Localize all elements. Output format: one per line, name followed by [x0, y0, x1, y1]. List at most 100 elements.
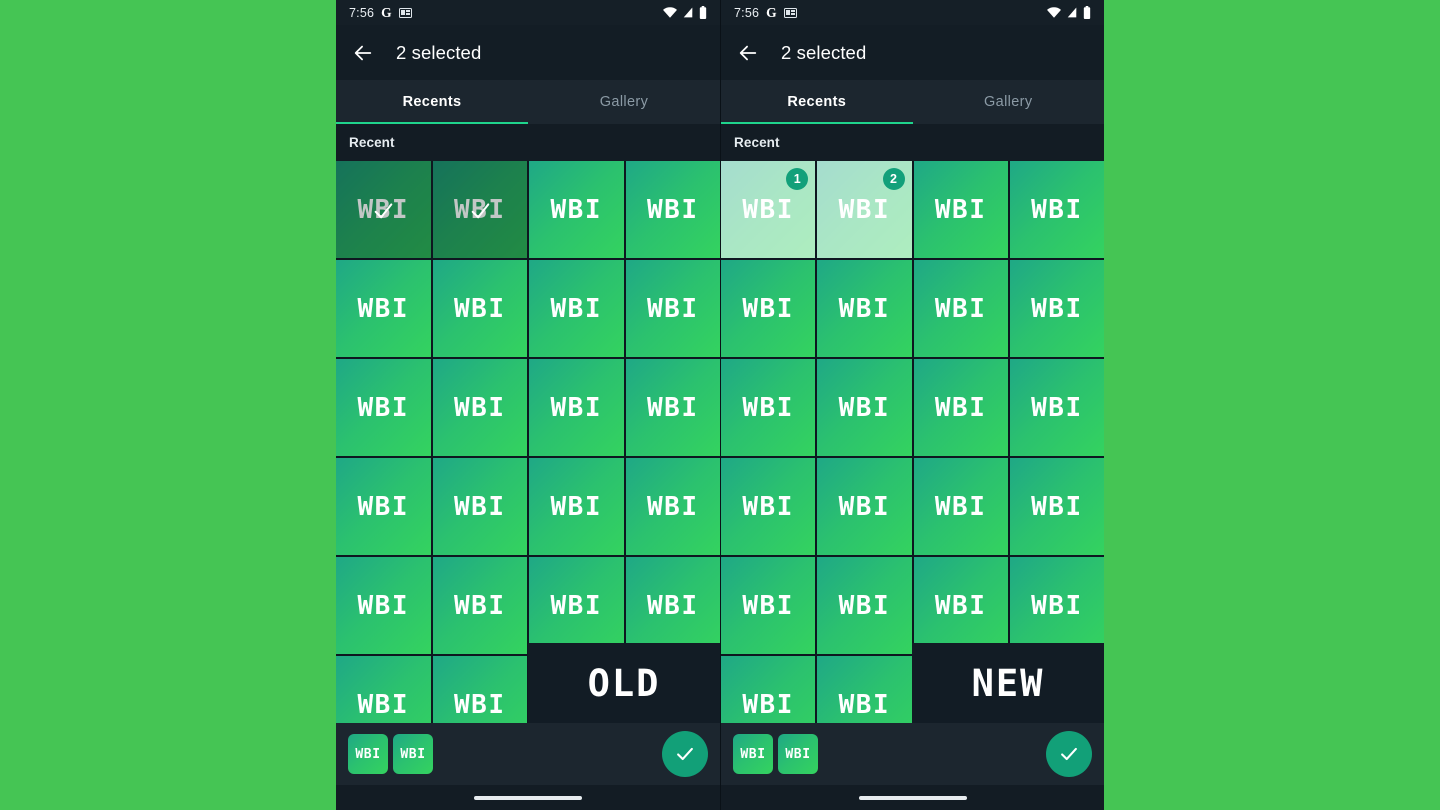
selected-thumbnail[interactable]: WBI	[393, 734, 433, 774]
selected-thumbnail[interactable]: WBI	[733, 734, 773, 774]
selection-count-title: 2 selected	[781, 41, 867, 63]
media-tile-label: WBI	[550, 491, 602, 522]
media-tile[interactable]: WBI	[336, 260, 431, 357]
phone-panel-new: 7:56 G 2 selected Recents Gallery Recent…	[720, 0, 1104, 810]
media-tile[interactable]: WBI	[1009, 458, 1104, 555]
media-tile[interactable]: WBI	[913, 260, 1008, 357]
media-grid-wrapper: WBI WBI WBI WBI WBI WBI WBI WBI WBI WBI WBI WBI WBI W…	[336, 161, 720, 723]
media-tile[interactable]: WBI	[1009, 359, 1104, 456]
media-tile-label: WBI	[742, 689, 794, 720]
media-tile[interactable]: WBI	[913, 458, 1008, 555]
media-tile-label: WBI	[742, 392, 794, 423]
media-tile-label: WBI	[838, 491, 891, 522]
media-tile[interactable]: WBI	[817, 260, 912, 357]
media-tile-selected[interactable]: WBI 1	[721, 161, 816, 258]
selection-bottom-bar: WBI WBI	[721, 723, 1104, 785]
media-tile[interactable]: WBI	[529, 161, 624, 258]
selection-bottom-bar: WBI WBI	[336, 723, 720, 785]
media-grid-wrapper: WBI 1 WBI 2 WBI WBI WBI WBI WBI WBI WBI WBI WBI WBI WB…	[721, 161, 1104, 723]
media-tile[interactable]: WBI	[336, 458, 431, 555]
media-tile-label: WBI	[742, 491, 794, 522]
media-tile-label: WBI	[934, 194, 987, 225]
system-nav-bar	[721, 785, 1104, 810]
media-tile[interactable]: WBI	[432, 359, 527, 456]
battery-icon	[699, 6, 707, 19]
selected-thumbnail-label: WBI	[785, 746, 811, 762]
home-gesture-pill[interactable]	[858, 795, 967, 800]
tab-recents[interactable]: Recents	[336, 80, 528, 124]
tab-bar: Recents Gallery	[336, 80, 720, 124]
media-tile[interactable]: WBI	[625, 359, 720, 456]
media-tile-label: WBI	[838, 293, 891, 324]
media-tile[interactable]: WBI	[432, 656, 527, 723]
back-arrow-icon[interactable]	[737, 42, 759, 64]
media-grid: WBI WBI WBI WBI WBI WBI WBI WBI WBI WBI WBI WBI WBI W…	[336, 161, 720, 723]
media-tile-label: WBI	[1031, 491, 1083, 522]
media-tile[interactable]: WBI	[721, 260, 816, 357]
media-tile-label: WBI	[647, 293, 699, 324]
selection-order-badge: 2	[882, 168, 905, 190]
media-tile[interactable]: WBI	[432, 458, 527, 555]
media-tile[interactable]: WBI	[1009, 557, 1104, 654]
media-tile-label: WBI	[934, 392, 987, 423]
media-tile[interactable]: WBI	[817, 656, 912, 723]
wifi-icon	[1047, 7, 1061, 18]
media-tile[interactable]: WBI	[529, 557, 624, 654]
media-tile-selected[interactable]: WBI	[336, 161, 431, 258]
app-bar: 2 selected	[336, 25, 720, 80]
media-tile[interactable]: WBI	[336, 359, 431, 456]
media-tile[interactable]: WBI	[529, 458, 624, 555]
active-tab-indicator	[336, 121, 528, 124]
media-tile[interactable]: WBI	[625, 458, 720, 555]
media-tile[interactable]: WBI	[1009, 260, 1104, 357]
tab-gallery[interactable]: Gallery	[913, 80, 1105, 124]
media-tile[interactable]: WBI	[1009, 161, 1104, 258]
media-tile[interactable]: WBI	[817, 458, 912, 555]
media-tile[interactable]: WBI	[817, 359, 912, 456]
media-tile[interactable]: WBI	[625, 161, 720, 258]
tab-recents[interactable]: Recents	[721, 80, 913, 124]
media-tile-selected[interactable]: WBI	[432, 161, 527, 258]
status-bar-clock: 7:56	[349, 5, 375, 20]
media-tile[interactable]: WBI	[336, 656, 431, 723]
status-bar-left: 7:56 G	[734, 6, 797, 20]
media-tile[interactable]: WBI	[432, 260, 527, 357]
media-tile-selected[interactable]: WBI 2	[817, 161, 912, 258]
media-tile[interactable]: WBI	[336, 557, 431, 654]
media-tile[interactable]: WBI	[913, 161, 1008, 258]
media-tile[interactable]: WBI	[529, 359, 624, 456]
confirm-selection-button[interactable]	[662, 731, 708, 777]
screenshot-icon	[783, 7, 797, 18]
selected-thumbnail[interactable]: WBI	[778, 734, 818, 774]
tab-gallery[interactable]: Gallery	[528, 80, 720, 124]
media-tile[interactable]: WBI	[432, 557, 527, 654]
tab-bar: Recents Gallery	[721, 80, 1104, 124]
media-tile[interactable]: WBI	[913, 359, 1008, 456]
status-bar-left: 7:56 G	[349, 6, 412, 20]
media-tile[interactable]: WBI	[625, 557, 720, 654]
media-tile[interactable]: WBI	[817, 557, 912, 654]
check-icon	[677, 747, 693, 761]
media-tile-label: WBI	[1031, 392, 1083, 423]
media-tile-label: WBI	[647, 392, 699, 423]
media-tile[interactable]: WBI	[625, 260, 720, 357]
media-tile-label: WBI	[357, 689, 409, 720]
media-tile[interactable]: WBI	[721, 359, 816, 456]
selected-thumbnail[interactable]: WBI	[348, 734, 388, 774]
media-tile[interactable]: WBI	[721, 656, 816, 723]
home-gesture-pill[interactable]	[474, 795, 582, 800]
google-icon: G	[766, 4, 777, 20]
media-tile-label: WBI	[1031, 194, 1083, 225]
media-tile-label: WBI	[647, 491, 699, 522]
media-tile[interactable]: WBI	[721, 557, 816, 654]
phone-panel-old: 7:56 G 2 selected Recents Gallery Recent…	[336, 0, 720, 810]
media-tile[interactable]: WBI	[721, 458, 816, 555]
media-tile[interactable]: WBI	[529, 260, 624, 357]
check-icon	[374, 202, 393, 218]
battery-icon	[1083, 6, 1091, 19]
comparison-container: 7:56 G 2 selected Recents Gallery Recent…	[336, 0, 1104, 810]
media-tile[interactable]: WBI	[913, 557, 1008, 654]
back-arrow-icon[interactable]	[352, 42, 374, 64]
status-bar: 7:56 G	[336, 0, 720, 25]
confirm-selection-button[interactable]	[1046, 731, 1092, 777]
